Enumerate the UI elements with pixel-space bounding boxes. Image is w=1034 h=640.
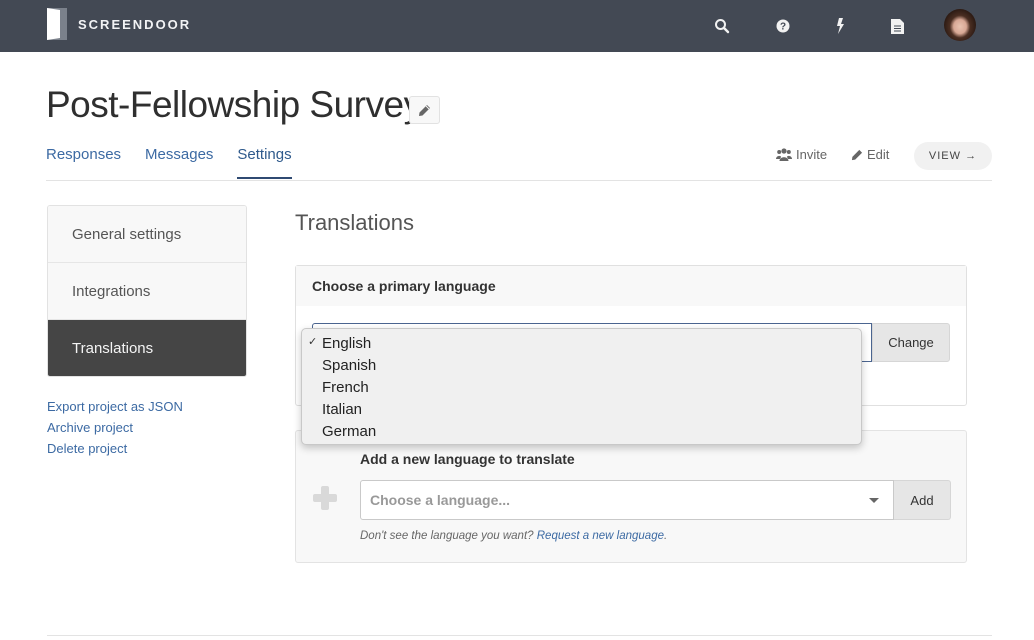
caret-down-icon: [869, 498, 879, 503]
tab-messages[interactable]: Messages: [145, 146, 213, 179]
dropdown-option-french[interactable]: French: [302, 376, 861, 398]
brand-name: SCREENDOOR: [78, 16, 192, 32]
user-avatar[interactable]: [944, 9, 976, 41]
sidebar-item-translations[interactable]: Translations: [48, 320, 246, 376]
option-label: French: [322, 378, 369, 396]
invite-label: Invite: [796, 147, 828, 162]
request-language-link[interactable]: Request a new language: [537, 530, 664, 542]
delete-project-link[interactable]: Delete project: [47, 438, 183, 459]
add-button[interactable]: Add: [894, 480, 951, 520]
checkmark-icon: ✓: [308, 336, 318, 348]
brand-logo[interactable]: SCREENDOOR: [47, 8, 191, 40]
pencil-icon: [851, 149, 863, 161]
dropdown-option-german[interactable]: German: [302, 420, 861, 442]
tabs-divider: [46, 180, 992, 181]
document-icon[interactable]: [885, 14, 909, 38]
request-language-help: Don't see the language you want? Request…: [360, 530, 667, 542]
tab-settings[interactable]: Settings: [237, 146, 292, 179]
invite-button[interactable]: Invite: [776, 147, 827, 162]
edit-button[interactable]: Edit: [851, 147, 889, 162]
top-navbar: SCREENDOOR ?: [0, 0, 1034, 52]
export-json-link[interactable]: Export project as JSON: [47, 396, 183, 417]
help-text-prefix: Don't see the language you want?: [360, 530, 537, 542]
help-icon[interactable]: ?: [771, 14, 795, 38]
door-logo-icon: [47, 8, 67, 40]
view-button[interactable]: VIEW →: [914, 142, 992, 170]
option-label: Italian: [322, 400, 363, 418]
project-actions: Export project as JSON Archive project D…: [47, 396, 183, 459]
language-select[interactable]: Choose a language...: [360, 480, 894, 520]
page-title: Post-Fellowship Survey: [46, 84, 422, 125]
search-icon[interactable]: [710, 14, 734, 38]
pencil-icon: [419, 104, 430, 116]
dropdown-option-english[interactable]: ✓ English: [302, 332, 861, 354]
settings-sidebar: General settings Integrations Translatio…: [47, 205, 247, 377]
tab-responses[interactable]: Responses: [46, 146, 121, 179]
edit-title-button[interactable]: [409, 96, 440, 124]
plus-icon: [312, 485, 338, 516]
language-select-placeholder: Choose a language...: [370, 492, 511, 508]
project-tabs: Responses Messages Settings: [46, 146, 316, 179]
option-label: Spanish: [322, 356, 377, 374]
sidebar-item-general-settings[interactable]: General settings: [48, 206, 246, 263]
archive-project-link[interactable]: Archive project: [47, 417, 183, 438]
help-text-suffix: .: [664, 530, 668, 542]
section-title: Translations: [295, 210, 415, 235]
primary-language-heading: Choose a primary language: [296, 266, 966, 306]
change-button[interactable]: Change: [872, 323, 950, 362]
add-language-panel: Add a new language to translate Choose a…: [295, 430, 967, 563]
option-label: English: [322, 334, 372, 352]
dropdown-option-spanish[interactable]: Spanish: [302, 354, 861, 376]
sidebar-item-integrations[interactable]: Integrations: [48, 263, 246, 320]
primary-language-dropdown: ✓ English Spanish French Italian German: [301, 328, 862, 445]
svg-text:?: ?: [780, 22, 786, 33]
footer-divider: [47, 635, 992, 636]
edit-label: Edit: [867, 147, 890, 162]
option-label: German: [322, 422, 377, 440]
bolt-icon[interactable]: [828, 14, 852, 38]
dropdown-option-italian[interactable]: Italian: [302, 398, 861, 420]
users-icon: [776, 148, 792, 161]
add-language-heading: Add a new language to translate: [360, 451, 575, 467]
